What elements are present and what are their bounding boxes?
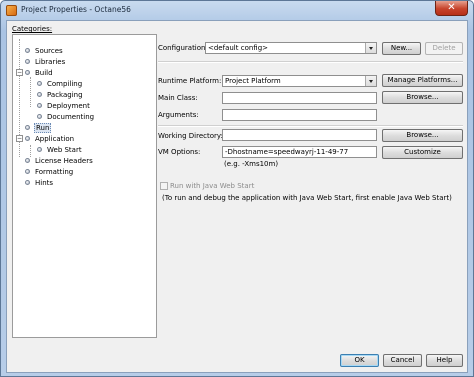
browse-main-class-button[interactable]: Browse... [382, 91, 463, 104]
customize-vm-options-button[interactable]: Customize [382, 146, 463, 159]
runtime-platform-label: Runtime Platform: [158, 77, 222, 85]
arguments-field[interactable] [222, 109, 377, 121]
tree-item-label: Compiling [47, 80, 83, 88]
dialog-content: Categories: Sources Libraries − Build Co… [6, 20, 468, 373]
working-directory-label: Working Directory: [158, 132, 223, 140]
runtime-platform-value: Project Platform [225, 77, 281, 85]
vm-options-field[interactable]: -Dhostname=speedwayrj-11-49-77 [222, 146, 377, 158]
working-directory-field[interactable] [222, 129, 377, 141]
tree-item-label: Packaging [47, 91, 83, 99]
tree-item-label: Formatting [35, 168, 74, 176]
arguments-label: Arguments: [158, 111, 199, 119]
tree-item-documenting[interactable]: Documenting [37, 112, 95, 122]
tree-item-label: Deployment [47, 102, 90, 110]
node-icon [25, 136, 30, 141]
node-icon [25, 180, 30, 185]
node-icon [37, 147, 42, 152]
separator [158, 61, 463, 63]
node-icon [37, 81, 42, 86]
runtime-platform-combo[interactable]: Project Platform [222, 75, 377, 87]
tree-item-label: Web Start [47, 146, 82, 154]
tree-item-label: Hints [35, 179, 54, 187]
node-icon [25, 125, 30, 130]
node-icon [25, 169, 30, 174]
chevron-down-icon[interactable] [365, 43, 376, 53]
tree-item-libraries[interactable]: Libraries [25, 57, 66, 67]
run-with-web-start-label: Run with Java Web Start [170, 182, 255, 190]
collapse-build-toggle[interactable]: − [16, 69, 23, 76]
delete-configuration-button[interactable]: Delete [425, 42, 463, 55]
main-class-field[interactable] [222, 92, 377, 104]
node-icon [25, 48, 30, 53]
tree-item-label: Libraries [35, 58, 66, 66]
tree-item-label: Build [35, 69, 53, 77]
ok-button[interactable]: OK [340, 354, 379, 367]
netbeans-app-icon [6, 5, 17, 16]
tree-item-label: Application [35, 135, 75, 143]
tree-item-packaging[interactable]: Packaging [37, 90, 84, 100]
node-icon [25, 59, 30, 64]
configuration-combo[interactable]: <default config> [205, 42, 377, 54]
separator [158, 125, 463, 127]
help-button[interactable]: Help [426, 354, 463, 367]
web-start-note: (To run and debug the application with J… [162, 194, 452, 202]
tree-item-run[interactable]: Run [25, 123, 52, 133]
new-configuration-button[interactable]: New... [382, 42, 421, 55]
cancel-button[interactable]: Cancel [383, 354, 422, 367]
tree-item-formatting[interactable]: Formatting [25, 167, 74, 177]
tree-item-application[interactable]: Application [25, 134, 75, 144]
vm-options-label: VM Options: [158, 148, 201, 156]
node-icon [25, 70, 30, 75]
tree-connector [30, 77, 31, 107]
tree-item-label: Documenting [47, 113, 95, 121]
configuration-label: Configuration: [158, 44, 208, 52]
run-with-web-start-checkbox[interactable] [160, 182, 168, 190]
window-title: Project Properties - Octane56 [21, 5, 131, 14]
tree-item-deployment[interactable]: Deployment [37, 101, 91, 111]
vm-options-hint: (e.g. -Xms10m) [224, 160, 279, 168]
collapse-application-toggle[interactable]: − [16, 135, 23, 142]
chevron-down-icon[interactable] [365, 76, 376, 86]
browse-working-directory-button[interactable]: Browse... [382, 129, 463, 142]
node-icon [37, 92, 42, 97]
node-icon [37, 103, 42, 108]
tree-item-web-start[interactable]: Web Start [37, 145, 83, 155]
node-icon [37, 114, 42, 119]
close-window-button[interactable]: ✕ [435, 1, 468, 16]
manage-platforms-button[interactable]: Manage Platforms... [382, 74, 463, 87]
categories-tree[interactable]: Sources Libraries − Build Compiling Pack… [12, 34, 157, 338]
categories-label: Categories: [12, 25, 53, 33]
node-icon [25, 158, 30, 163]
tree-item-license-headers[interactable]: License Headers [25, 156, 94, 166]
tree-item-label: Sources [35, 47, 63, 55]
tree-item-build[interactable]: Build [25, 68, 54, 78]
title-bar[interactable]: Project Properties - Octane56 ✕ [1, 1, 473, 20]
configuration-value: <default config> [208, 44, 269, 52]
tree-item-hints[interactable]: Hints [25, 178, 54, 188]
project-properties-window: Project Properties - Octane56 ✕ Categori… [0, 0, 474, 377]
tree-item-label: Run [34, 123, 52, 133]
tree-item-sources[interactable]: Sources [25, 46, 64, 56]
main-class-label: Main Class: [158, 94, 198, 102]
tree-item-label: License Headers [35, 157, 93, 165]
tree-item-compiling[interactable]: Compiling [37, 79, 83, 89]
